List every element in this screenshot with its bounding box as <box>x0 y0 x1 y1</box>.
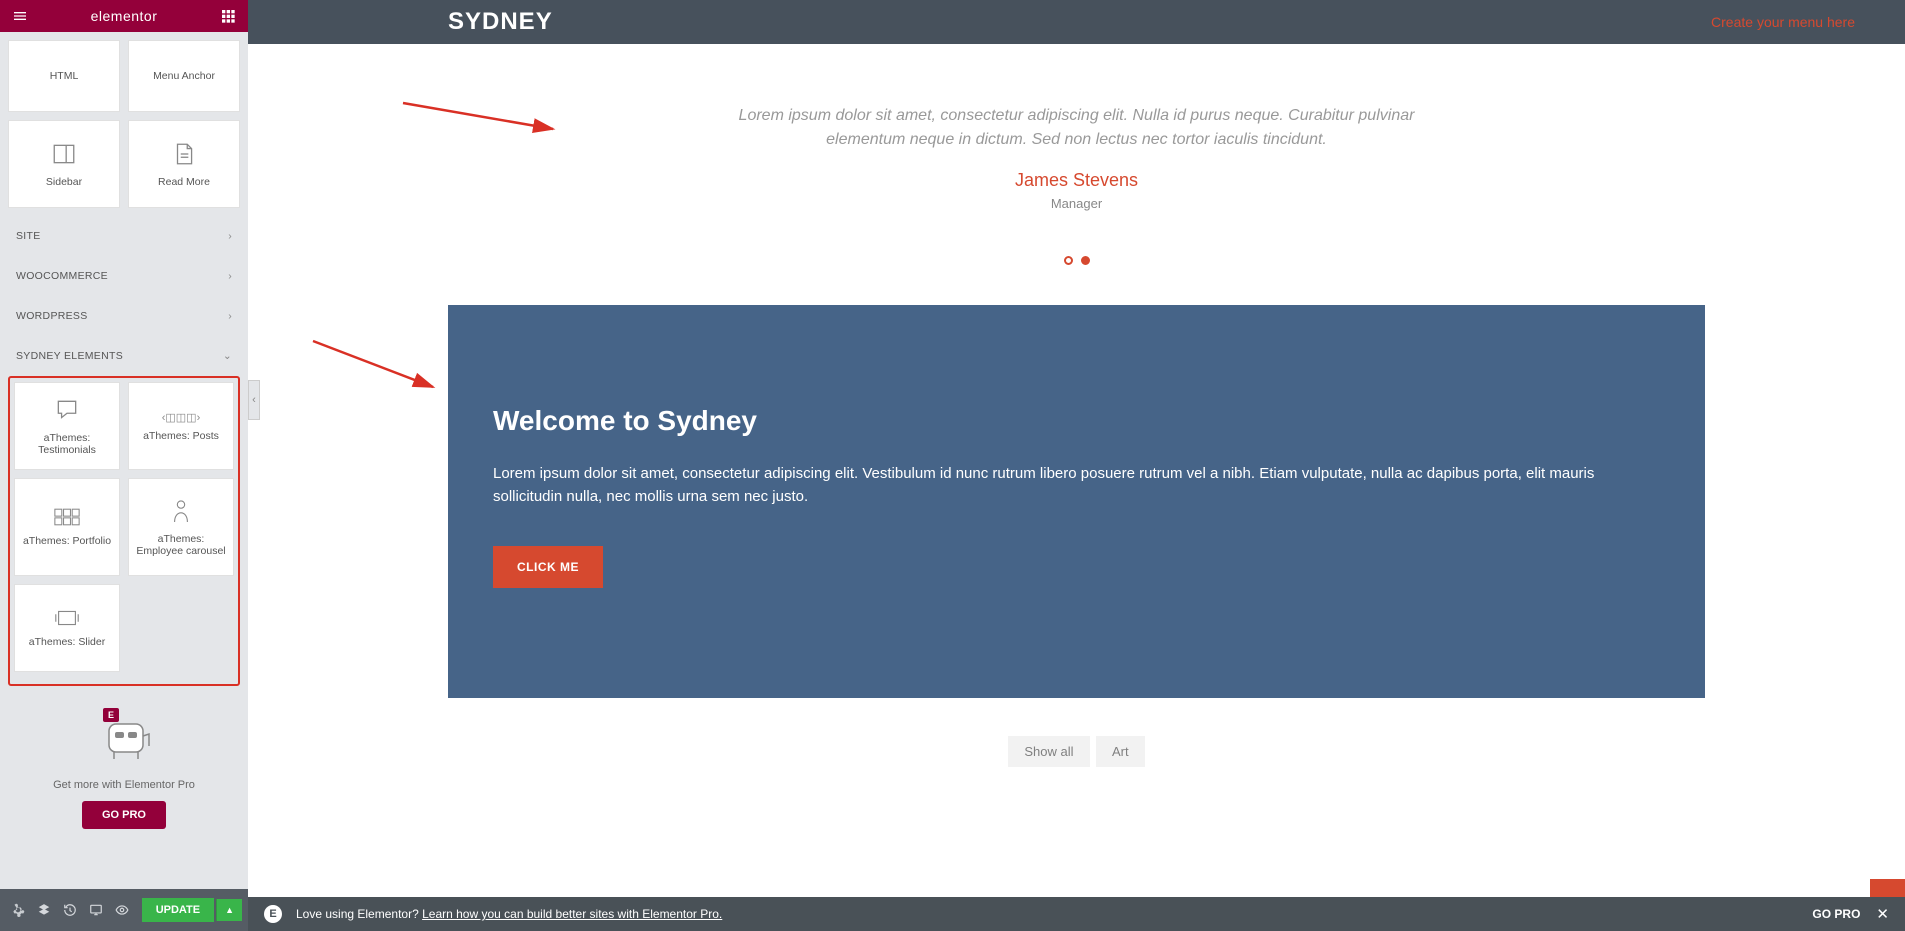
widget-html[interactable]: HTML <box>8 40 120 112</box>
widget-menu-anchor[interactable]: Menu Anchor <box>128 40 240 112</box>
cta-button[interactable]: CLICK ME <box>493 546 603 588</box>
document-icon <box>171 141 197 170</box>
chevron-right-icon: › <box>228 270 232 282</box>
filter-show-all[interactable]: Show all <box>1008 736 1089 767</box>
svg-text:E: E <box>108 710 114 720</box>
carousel-dot-active[interactable] <box>1081 256 1090 265</box>
sidebar-footer: UPDATE ▲ <box>0 889 248 931</box>
category-woocommerce[interactable]: WOOCOMMERCE › <box>8 256 240 296</box>
update-button[interactable]: UPDATE <box>142 898 214 922</box>
promo-text: Love using Elementor? <box>296 907 419 921</box>
settings-icon[interactable] <box>6 896 30 924</box>
update-dropdown[interactable]: ▲ <box>216 899 242 921</box>
history-icon[interactable] <box>58 896 82 924</box>
pro-section: E Get more with Elementor Pro GO PRO <box>8 706 240 829</box>
chevron-down-icon: ⌄ <box>223 350 232 362</box>
widget-label: aThemes: Slider <box>29 636 105 648</box>
sidebar-icon <box>51 141 77 170</box>
widget-read-more[interactable]: Read More <box>128 120 240 208</box>
widget-label: Menu Anchor <box>153 70 215 82</box>
widget-label: aThemes: Posts <box>143 430 219 442</box>
category-label: WOOCOMMERCE <box>16 270 108 282</box>
close-icon[interactable]: ✕ <box>1876 905 1889 923</box>
sidebar-header: elementor <box>0 0 248 32</box>
testimonial-role: Manager <box>717 196 1437 211</box>
widget-label: aThemes: Testimonials <box>20 432 114 456</box>
person-icon <box>170 498 192 527</box>
filter-art[interactable]: Art <box>1096 736 1145 767</box>
annotation-arrow-1 <box>403 99 563 144</box>
cta-section[interactable]: Welcome to Sydney Lorem ipsum dolor sit … <box>448 305 1705 698</box>
category-label: WORDPRESS <box>16 310 88 322</box>
widget-portfolio[interactable]: aThemes: Portfolio <box>14 478 120 576</box>
widget-panel: HTML Menu Anchor Sidebar Read Mo <box>0 32 248 889</box>
sydney-widgets-highlight: aThemes: Testimonials ‹◫◫◫› aThemes: Pos… <box>8 376 240 686</box>
category-wordpress[interactable]: WORDPRESS › <box>8 296 240 336</box>
responsive-icon[interactable] <box>84 896 108 924</box>
collapse-tab[interactable]: ‹ <box>248 380 260 420</box>
category-sydney-elements[interactable]: SYDNEY ELEMENTS ⌄ <box>8 336 240 376</box>
promo-link[interactable]: Learn how you can build better sites wit… <box>422 907 722 921</box>
sidebar-title: elementor <box>30 8 218 24</box>
carousel-dots <box>717 256 1437 265</box>
testimonial-name: James Stevens <box>717 170 1437 191</box>
widgets-grid-icon[interactable] <box>218 6 238 26</box>
widget-posts[interactable]: ‹◫◫◫› aThemes: Posts <box>128 382 234 470</box>
menu-placeholder-link[interactable]: Create your menu here <box>1711 14 1855 30</box>
slider-icon <box>53 609 81 630</box>
widget-label: aThemes: Portfolio <box>23 535 111 547</box>
hamburger-icon[interactable] <box>10 6 30 26</box>
preview-content: Lorem ipsum dolor sit amet, consectetur … <box>248 44 1905 897</box>
widget-slider[interactable]: aThemes: Slider <box>14 584 120 672</box>
sidebar: elementor HTML Menu Anchor Sidebar <box>0 0 248 931</box>
pro-text: Get more with Elementor Pro <box>8 779 240 791</box>
widget-employee-carousel[interactable]: aThemes: Employee carousel <box>128 478 234 576</box>
elementor-badge-icon: E <box>264 905 282 923</box>
site-logo[interactable]: SYDNEY <box>448 8 553 36</box>
widget-label: HTML <box>50 70 79 82</box>
widget-label: Sidebar <box>46 176 82 188</box>
go-pro-bottom-button[interactable]: GO PRO <box>1812 907 1860 921</box>
grid-icon <box>54 508 80 529</box>
widget-label: aThemes: Employee carousel <box>134 533 228 557</box>
category-label: SITE <box>16 230 41 242</box>
category-site[interactable]: SITE › <box>8 216 240 256</box>
testimonial-widget[interactable]: Lorem ipsum dolor sit amet, consectetur … <box>717 104 1437 265</box>
go-pro-button[interactable]: GO PRO <box>82 801 166 829</box>
cta-text: Lorem ipsum dolor sit amet, consectetur … <box>493 463 1660 508</box>
widget-testimonials[interactable]: aThemes: Testimonials <box>14 382 120 470</box>
cta-title: Welcome to Sydney <box>493 405 1660 437</box>
widget-sidebar[interactable]: Sidebar <box>8 120 120 208</box>
chevron-right-icon: › <box>228 310 232 322</box>
scroll-to-top-button[interactable] <box>1870 879 1905 897</box>
bottom-promo-bar: E Love using Elementor? Learn how you ca… <box>248 897 1905 931</box>
category-label: SYDNEY ELEMENTS <box>16 350 123 362</box>
testimonial-text: Lorem ipsum dolor sit amet, consectetur … <box>717 104 1437 152</box>
navigator-icon[interactable] <box>32 896 56 924</box>
pro-mascot-icon: E <box>89 706 159 764</box>
chevron-right-icon: › <box>228 230 232 242</box>
preview-canvas: SYDNEY Create your menu here Lorem ipsum… <box>248 0 1905 931</box>
posts-icon: ‹◫◫◫› <box>162 411 201 424</box>
annotation-arrow-2 <box>313 337 443 402</box>
speech-bubble-icon <box>54 397 80 426</box>
carousel-dot[interactable] <box>1064 256 1073 265</box>
widget-label: Read More <box>158 176 210 188</box>
preview-icon[interactable] <box>110 896 134 924</box>
portfolio-filter: Show all Art <box>248 728 1905 775</box>
site-header: SYDNEY Create your menu here <box>248 0 1905 44</box>
